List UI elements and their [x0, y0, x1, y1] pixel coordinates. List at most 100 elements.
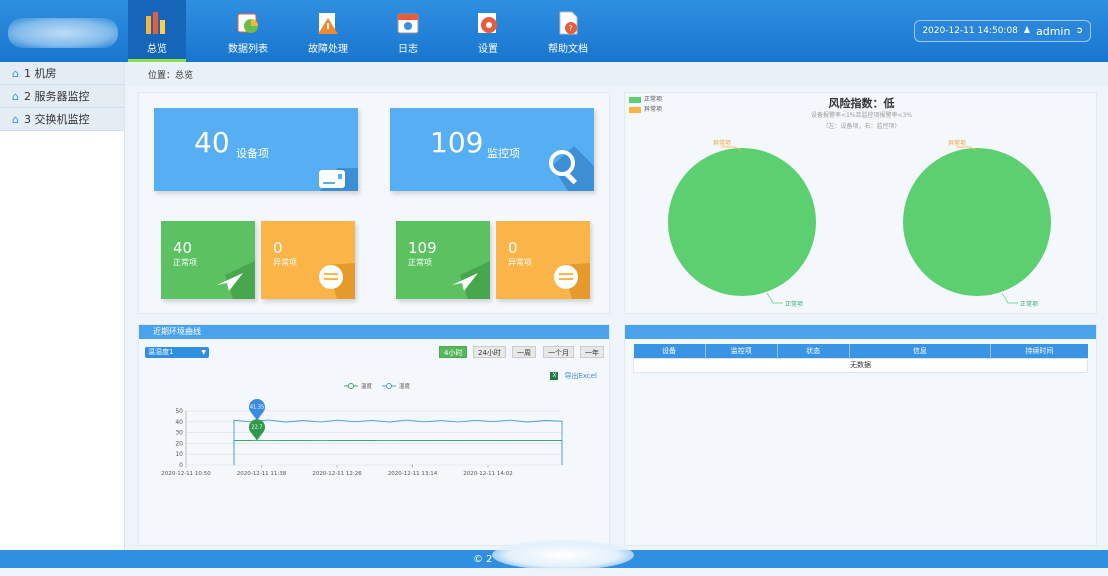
pie-leader-line — [1001, 292, 1018, 304]
x-tick-label: 2020-12-11 14:02 — [463, 471, 513, 477]
device-abnormal-tile[interactable]: 0 异常项 — [261, 221, 355, 299]
main-nav: 总览 数据列表 故障处理 日志 设置 ? 帮助文档 — [128, 0, 608, 62]
humidity-marker-label: 41.35 — [250, 404, 264, 410]
footer-copyright: © 2 — [473, 554, 493, 565]
nav-label: 总览 — [147, 44, 167, 55]
x-tick-label: 2020-12-11 12:26 — [312, 471, 362, 477]
nav-label: 帮助文档 — [548, 44, 588, 55]
series-line-humidity — [233, 419, 563, 465]
user-icon: ♟ — [1022, 26, 1031, 36]
pie-label-normal: 正常项 — [785, 300, 803, 308]
logo — [8, 18, 118, 48]
home-icon: ⌂ — [12, 89, 19, 103]
help-doc-icon: ? — [559, 11, 578, 35]
x-tick-label: 2020-12-11 11:38 — [237, 471, 287, 477]
y-tick-label: 40 — [175, 419, 183, 426]
monitor-normal-tile[interactable]: 109 正常项 — [396, 221, 490, 299]
pie-slice-device-normal[interactable] — [668, 148, 816, 296]
nav-fault-handling[interactable]: 故障处理 — [288, 0, 368, 62]
column-header-duration[interactable]: 持续时间 — [990, 344, 1088, 358]
nav-label: 设置 — [478, 44, 498, 55]
sidebar-item-machine-room[interactable]: ⌂ 1 机房 — [0, 62, 124, 85]
chart-icon — [146, 12, 165, 34]
column-header-status[interactable]: 状态 — [777, 344, 850, 358]
table-header-row: 设备 监控项 状态 信息 持续时间 — [633, 344, 1088, 358]
magnifier-icon — [549, 146, 594, 191]
home-icon: ⌂ — [12, 66, 19, 80]
monitor-label: 监控项 — [487, 147, 520, 160]
username[interactable]: admin — [1036, 25, 1070, 38]
monitor-normal-label: 正常项 — [408, 258, 432, 267]
x-tick-label: 2020-12-11 10:50 — [161, 471, 211, 477]
logout-icon[interactable]: ➲ — [1075, 26, 1083, 36]
warning-icon — [318, 13, 338, 34]
risk-panel: 正常项 异常项 风险指数：低 设备报警率<1%且监控项报警率<3% （左：设备项… — [624, 92, 1097, 314]
environment-line-chart: 温度 湿度 0 10 20 30 40 50 2020-12-11 10:50 2020-12-1… — [161, 382, 563, 477]
nav-log[interactable]: 日志 — [368, 0, 448, 62]
device-normal-count: 40 — [173, 239, 193, 257]
chat-bubble-icon — [319, 263, 355, 299]
sidebar-item-label: 3 交换机监控 — [23, 113, 90, 126]
footer-redaction — [492, 540, 634, 570]
paper-plane-icon — [217, 261, 255, 299]
breadcrumb: 位置：总览 — [126, 62, 1108, 86]
user-info: 2020-12-11 14:50:08 ♟ admin ➲ — [914, 20, 1091, 42]
top-bar: 总览 数据列表 故障处理 日志 设置 ? 帮助文档 2020-12-11 14:… — [0, 0, 1108, 62]
temperature-marker-label: 22.7 — [251, 424, 262, 430]
svg-text:?: ? — [569, 24, 573, 33]
home-icon: ⌂ — [12, 112, 19, 126]
tiles-panel: 40 设备项 109 监控项 40 正常项 0 异常项 109 正常项 0 异常… — [138, 92, 610, 314]
device-normal-label: 正常项 — [173, 258, 197, 267]
sidebar-item-switch-monitor[interactable]: ⌂ 3 交换机监控 — [0, 108, 124, 131]
alarm-table: 设备 监控项 状态 信息 持续时间 无数据 — [633, 344, 1088, 373]
data-list-icon — [237, 13, 258, 33]
sidebar: ⌂ 1 机房 ⌂ 2 服务器监控 ⌂ 3 交换机监控 — [0, 62, 125, 550]
column-header-info[interactable]: 信息 — [849, 344, 992, 358]
sidebar-item-server-monitor[interactable]: ⌂ 2 服务器监控 — [0, 85, 124, 108]
nav-data-list[interactable]: 数据列表 — [208, 0, 288, 62]
id-card-icon — [319, 168, 358, 191]
legend-marker — [348, 383, 354, 389]
monitor-count: 109 — [430, 126, 484, 159]
legend-label: 温度 — [361, 382, 373, 390]
column-header-monitor-item[interactable]: 监控项 — [705, 344, 778, 358]
y-tick-label: 30 — [175, 430, 183, 437]
y-tick-label: 0 — [179, 462, 183, 469]
legend-marker — [386, 383, 392, 389]
risk-pies: 异常项 异常项 正常项 正常项 — [668, 139, 1051, 308]
monitor-count-tile[interactable]: 109 监控项 — [390, 108, 594, 191]
device-count: 40 — [194, 126, 230, 159]
datetime: 2020-12-11 14:50:08 — [922, 26, 1018, 36]
environment-curve-panel: 近期环境曲线 温湿度1 ▼ 4小时 24小时 一周 一个月 一年 X 导出Exce… — [138, 324, 610, 546]
nav-help-docs[interactable]: ? 帮助文档 — [528, 0, 608, 62]
sidebar-item-label: 1 机房 — [23, 67, 57, 80]
nav-label: 故障处理 — [308, 44, 348, 55]
nav-label: 日志 — [398, 44, 418, 55]
monitor-abnormal-tile[interactable]: 0 异常项 — [496, 221, 590, 299]
table-row: 无数据 — [633, 357, 1088, 373]
device-count-tile[interactable]: 40 设备项 — [154, 108, 358, 191]
legend-label: 湿度 — [399, 382, 411, 390]
chat-bubble-icon — [554, 263, 590, 299]
device-normal-tile[interactable]: 40 正常项 — [161, 221, 255, 299]
nav-label: 数据列表 — [228, 44, 268, 55]
nav-overview[interactable]: 总览 — [128, 0, 186, 62]
series-line-temperature — [233, 439, 563, 465]
y-tick-label: 10 — [175, 451, 183, 458]
pie-label-normal: 正常项 — [1020, 300, 1038, 308]
paper-plane-icon — [452, 261, 490, 299]
alarm-table-panel: 设备 监控项 状态 信息 持续时间 无数据 — [624, 324, 1097, 546]
nav-settings[interactable]: 设置 — [448, 0, 528, 62]
column-header-device[interactable]: 设备 — [633, 344, 706, 358]
monitor-abnormal-label: 异常项 — [508, 258, 532, 267]
device-abnormal-label: 异常项 — [273, 258, 297, 267]
pie-label-abnormal: 异常项 — [948, 139, 966, 147]
monitor-abnormal-count: 0 — [508, 239, 518, 257]
gear-icon — [478, 13, 497, 33]
pie-slice-monitor-normal[interactable] — [903, 148, 1051, 296]
x-tick-label: 2020-12-11 13:14 — [388, 471, 438, 477]
panel-title-bar — [625, 325, 1096, 339]
pie-label-abnormal: 异常项 — [713, 139, 731, 147]
empty-message: 无数据 — [633, 357, 1088, 373]
y-tick-label: 20 — [175, 440, 183, 447]
